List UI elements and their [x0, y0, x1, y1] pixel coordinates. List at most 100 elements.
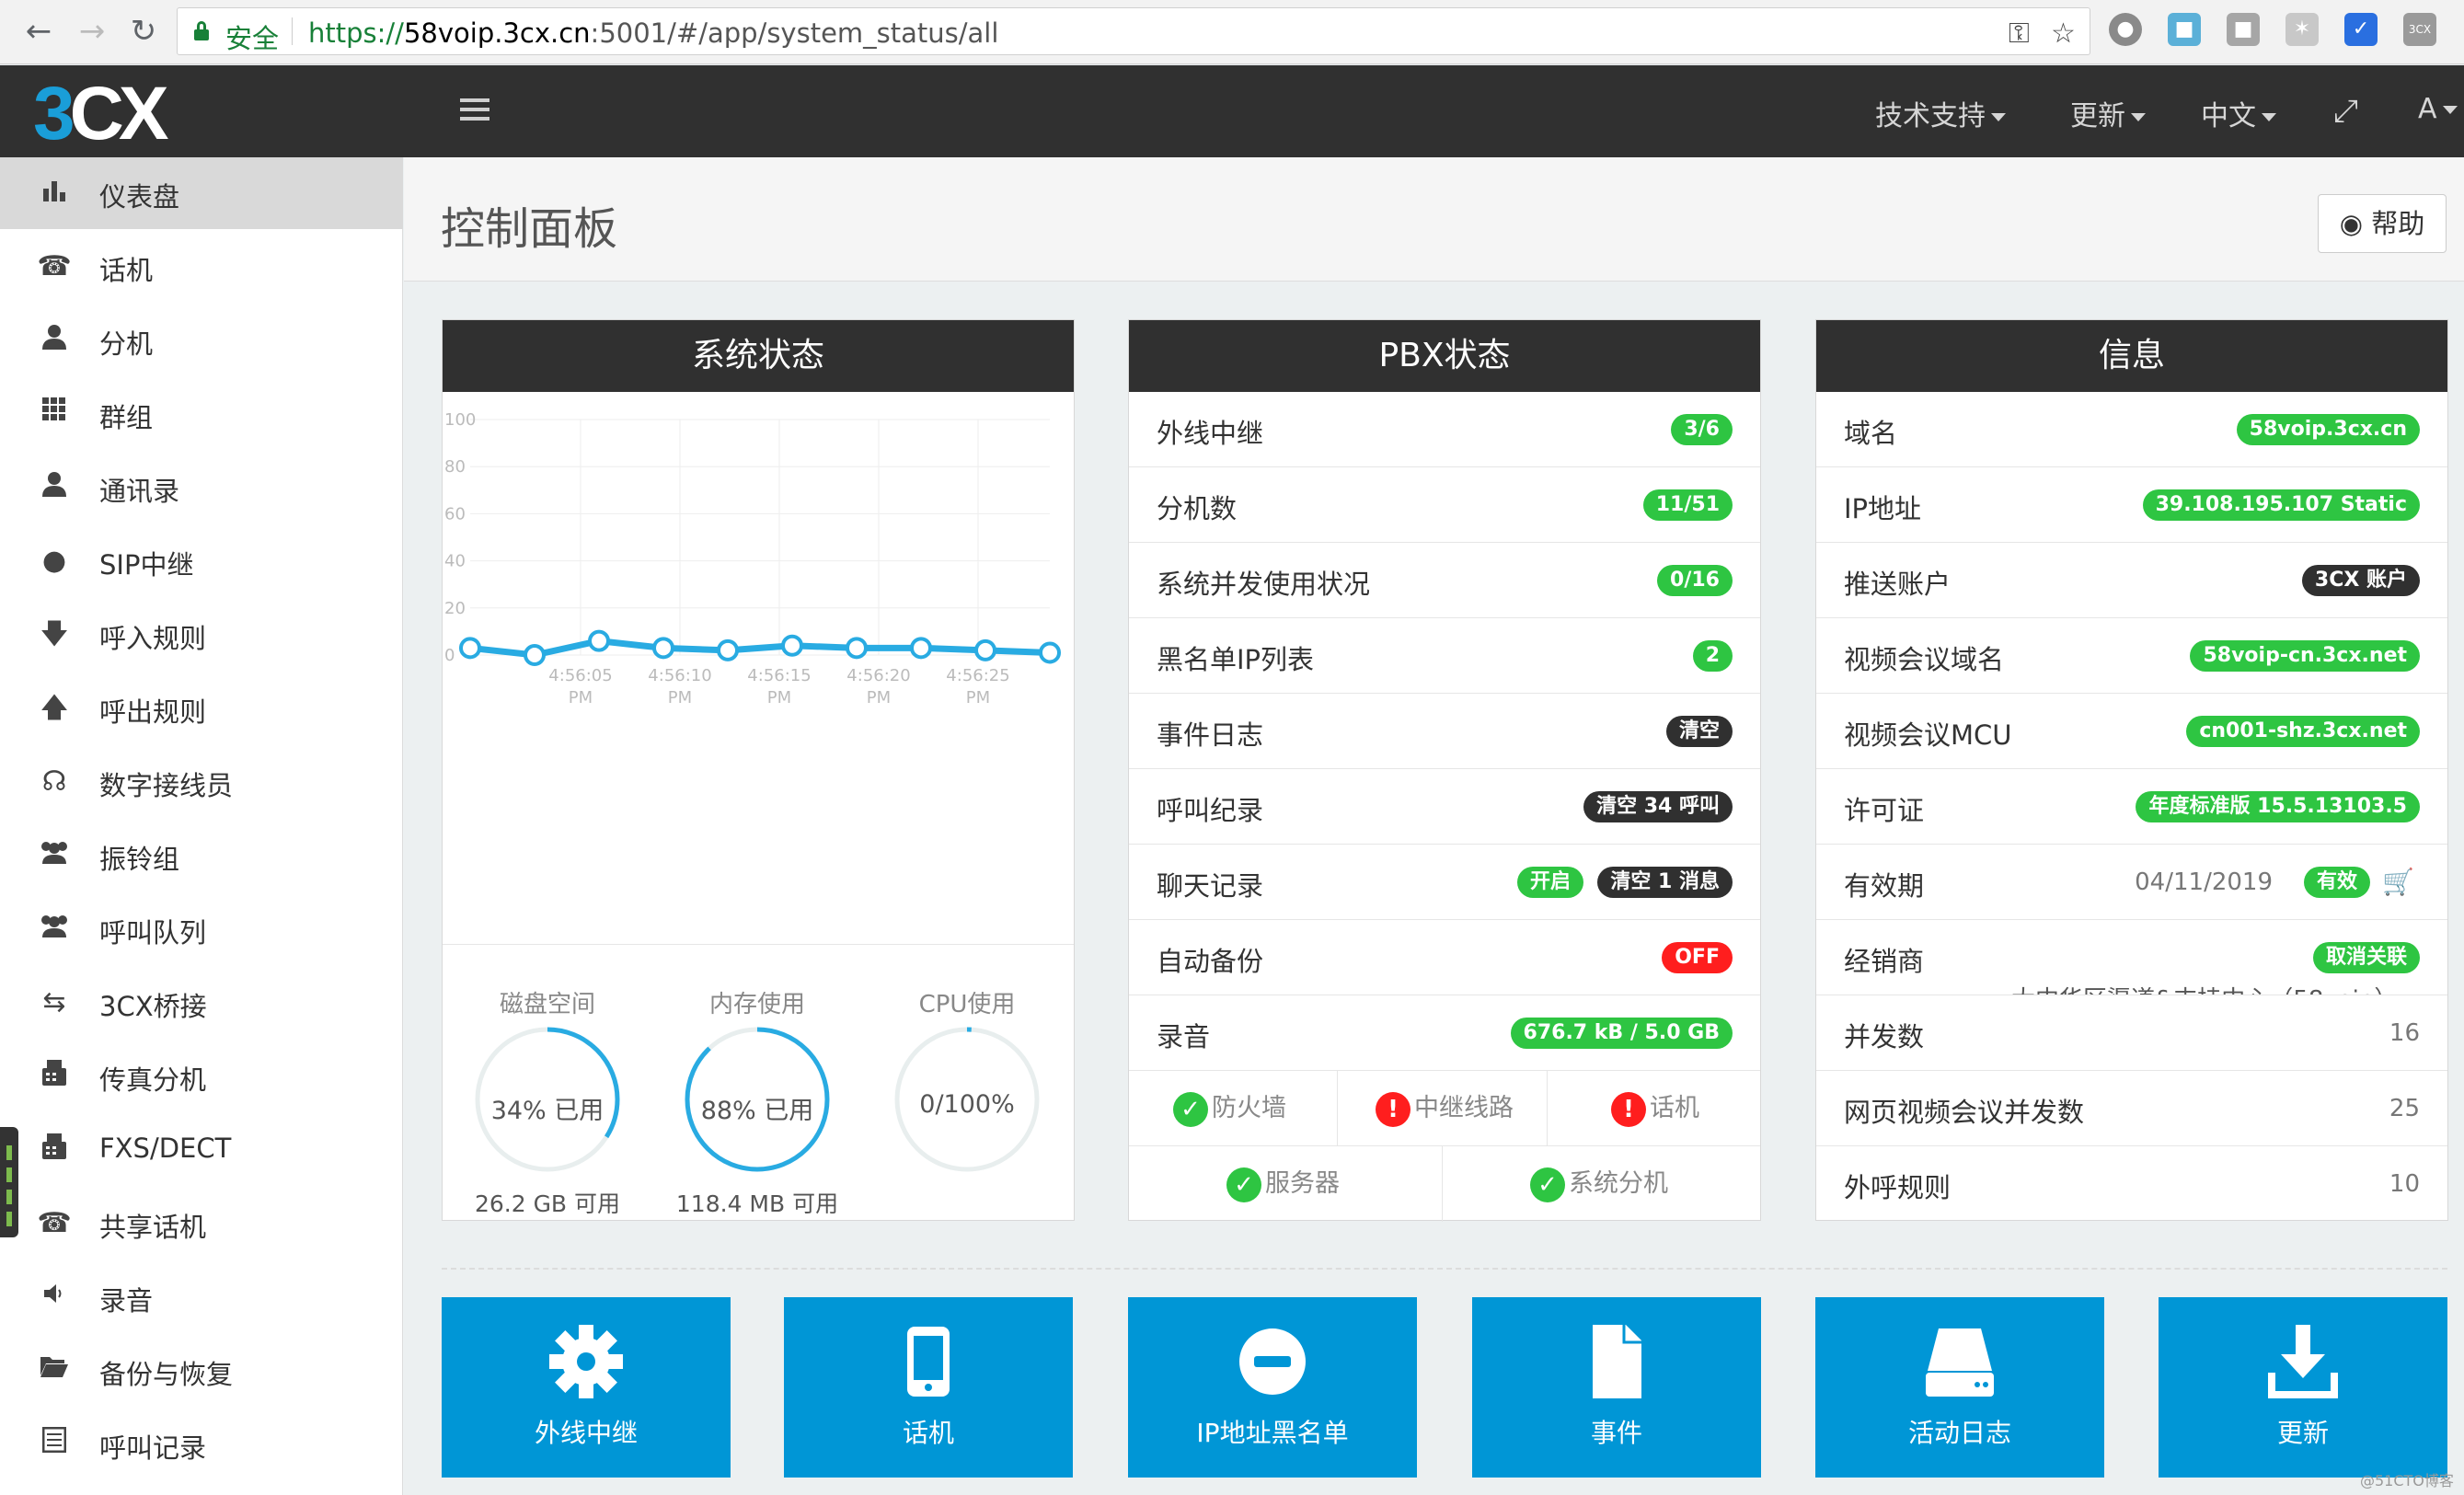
info-row-push-account: 推送账户 3CX 账户 — [1816, 543, 2447, 618]
fax-icon — [37, 1133, 72, 1167]
recordings-usage-badge: 676.7 kB / 5.0 GB — [1510, 1018, 1733, 1049]
license-badge[interactable]: 年度标准版 15.5.13103.5 — [2136, 791, 2420, 822]
shield-extension-icon[interactable]: ■ — [2227, 13, 2260, 46]
url-text[interactable]: https://58voip.3cx.cn:5001/#/app/system_… — [308, 17, 998, 49]
help-button[interactable]: ◉ 帮助 — [2318, 194, 2447, 253]
lifebuoy-icon: ◉ — [2339, 208, 2364, 239]
tile-events[interactable]: 事件 — [1472, 1297, 1761, 1478]
clear-events-button[interactable]: 清空 — [1665, 716, 1733, 747]
sidebar-item-inbound-rules[interactable]: 🡇 呼入规则 — [0, 599, 403, 671]
tile-ip-blacklist[interactable]: IP地址黑名单 — [1128, 1297, 1417, 1478]
sidebar-item-label: 传真分机 — [99, 1064, 207, 1096]
pbx-row-trunks[interactable]: 外线中继 3/6 — [1129, 392, 1760, 467]
tile-activity-log[interactable]: 活动日志 — [1815, 1297, 2104, 1478]
data-point — [1039, 641, 1061, 664]
cpu-gauge-value: 0/100% — [919, 1090, 1015, 1119]
tile-updates[interactable]: 更新 — [2159, 1297, 2447, 1478]
pbx-row-concurrent[interactable]: 系统并发使用状况 0/16 — [1129, 543, 1760, 618]
sidebar-item-shared-phones[interactable]: ☎ 共享话机 — [0, 1188, 403, 1259]
sidebar-item-phones[interactable]: ☎ 话机 — [0, 231, 403, 303]
sidebar-item-call-queues[interactable]: 呼叫队列 — [0, 893, 403, 965]
system-extensions-check[interactable]: ✓ 系统分机 — [1530, 1163, 1668, 1202]
pbx-row-recordings[interactable]: 录音 676.7 kB / 5.0 GB — [1129, 995, 1760, 1071]
sidebar-item-backup-restore[interactable]: 备份与恢复 — [0, 1335, 403, 1407]
key-icon[interactable]: ⚿ — [2009, 17, 2030, 50]
sidebar-item-dashboard[interactable]: 仪表盘 — [0, 157, 403, 229]
arrow-down-icon: 🡇 — [40, 618, 69, 650]
info-row-expiry: 有效期 04/11/2019 有效 🛒 — [1816, 845, 2447, 920]
globe-icon: ● — [41, 545, 67, 577]
data-point — [717, 638, 739, 661]
sidebar-item-outbound-rules[interactable]: 🡅 呼出规则 — [0, 673, 403, 744]
info-panel: 信息 域名 58voip.3cx.cn IP地址 39.108.195.107 St… — [1815, 319, 2448, 1221]
3cx-logo[interactable]: 3CX — [33, 71, 169, 157]
gauge-title-memory: 内存使用 — [708, 991, 805, 1018]
sidebar-item-extensions[interactable]: 分机 — [0, 305, 403, 376]
sidebar-item-label: 仪表盘 — [99, 181, 180, 213]
cart-icon[interactable]: 🛒 — [2382, 867, 2414, 897]
user-menu[interactable]: A — [2418, 93, 2458, 125]
domain-badge: 58voip.3cx.cn — [2236, 414, 2420, 445]
back-arrow-icon[interactable]: ← — [20, 13, 57, 50]
resource-gauges: 磁盘空间 34% 已用 26.2 GB 可用 内存使用 88% 已用 118.4… — [443, 944, 1074, 1220]
sidebar-item-3cx-bridges[interactable]: ⇆ 3CX桥接 — [0, 967, 403, 1039]
x-tick-label: 4:56:20 — [846, 666, 910, 685]
chevron-down-icon — [1991, 113, 2006, 121]
sidebar-item-fax-extensions[interactable]: 传真分机 — [0, 1041, 403, 1112]
fullscreen-icon[interactable]: ⤢ — [2333, 93, 2358, 130]
firewall-check[interactable]: ✓ 防火墙 — [1173, 1087, 1286, 1127]
translate-extension-icon[interactable]: ■ — [2168, 13, 2201, 46]
phones-check[interactable]: ! 话机 — [1611, 1087, 1699, 1127]
pbx-row-extensions[interactable]: 分机数 11/51 — [1129, 467, 1760, 543]
sidebar-item-ring-groups[interactable]: 振铃组 — [0, 820, 403, 891]
language-menu[interactable]: 中文 — [2201, 93, 2276, 133]
chevron-down-icon — [2131, 113, 2146, 121]
chat-enabled-badge[interactable]: 开启 — [1516, 867, 1583, 898]
sidebar: 仪表盘 ☎ 话机 分机 群组 通讯录 ● SIP中继 🡇 呼入规则 🡅 呼出规则… — [0, 157, 403, 1495]
panel-title: 信息 — [1816, 320, 2447, 392]
clear-chat-button[interactable]: 清空 1 消息 — [1597, 867, 1733, 898]
reload-icon[interactable]: ↻ — [125, 13, 162, 50]
pbx-row-blacklist[interactable]: 黑名单IP列表 2 — [1129, 618, 1760, 694]
sidebar-item-label: 呼入规则 — [99, 623, 207, 654]
address-bar[interactable]: 安全 https://58voip.3cx.cn:5001/#/app/syst… — [177, 7, 2090, 55]
sidebar-item-groups[interactable]: 群组 — [0, 378, 403, 450]
x-tick-label: 4:56:05 — [548, 666, 612, 685]
forward-arrow-icon[interactable]: → — [74, 13, 110, 50]
disk-gauge-value: 34% 已用 — [490, 1097, 604, 1125]
folder-icon — [37, 1353, 72, 1388]
disk-free-text: 26.2 GB 可用 — [474, 1190, 621, 1217]
sidebar-item-contacts[interactable]: 通讯录 — [0, 452, 403, 523]
phone-icon: ☎ — [37, 1207, 72, 1239]
download-icon — [2268, 1325, 2338, 1398]
trunk-lines-check[interactable]: ! 中继线路 — [1376, 1087, 1514, 1127]
push-account-badge[interactable]: 3CX 账户 — [2301, 565, 2420, 596]
sidebar-item-call-logs[interactable]: 呼叫记录 — [0, 1409, 403, 1480]
info-row-outbound-rules: 外呼规则 10 — [1844, 1170, 2420, 1203]
sidebar-item-fxs-dect[interactable]: FXS/DECT — [0, 1114, 403, 1186]
globe-extension-icon[interactable]: ● — [2109, 13, 2142, 46]
sidebar-item-sip-trunks[interactable]: ● SIP中继 — [0, 525, 403, 597]
cx-extension-icon[interactable]: 3CX — [2403, 13, 2436, 46]
auto-backup-toggle[interactable]: OFF — [1662, 942, 1733, 973]
y-tick-label: 80 — [444, 457, 466, 477]
star-icon[interactable]: ☆ — [2051, 17, 2076, 50]
clear-calls-button[interactable]: 清空 34 呼叫 — [1583, 791, 1733, 822]
expiry-date: 04/11/2019 — [2135, 868, 2273, 896]
bird-extension-icon[interactable]: ✶ — [2286, 13, 2319, 46]
server-check[interactable]: ✓ 服务器 — [1226, 1163, 1340, 1202]
chevron-down-icon — [2262, 113, 2276, 121]
tile-phones[interactable]: 话机 — [784, 1297, 1073, 1478]
y-tick-label: 100 — [444, 410, 476, 430]
unlink-reseller-button[interactable]: 取消关联 — [2312, 942, 2420, 973]
support-menu[interactable]: 技术支持 — [1875, 93, 2006, 133]
menu-toggle-icon[interactable] — [460, 98, 489, 122]
tile-trunks[interactable]: 外线中继 — [442, 1297, 731, 1478]
url-host: 58voip.3cx.cn — [403, 17, 591, 49]
updates-menu[interactable]: 更新 — [2070, 93, 2146, 133]
sidebar-item-digital-receptionist[interactable]: ☊ 数字接线员 — [0, 746, 403, 818]
vpn-extension-icon[interactable]: ✓ — [2344, 13, 2378, 46]
sidebar-item-recordings[interactable]: 录音 — [0, 1261, 403, 1333]
volume-meter-widget[interactable] — [0, 1127, 18, 1237]
data-point — [588, 629, 610, 652]
